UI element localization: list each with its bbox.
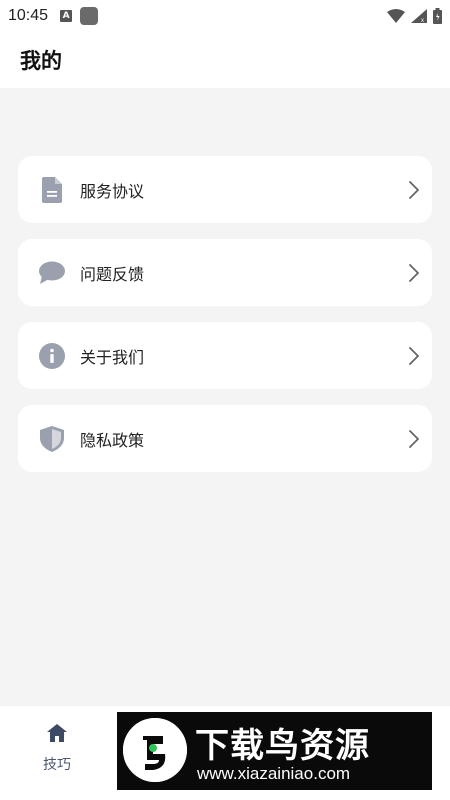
document-icon (38, 176, 66, 204)
chevron-right-icon (406, 180, 422, 200)
watermark-banner: 下载鸟资源 www.xiazainiao.com (117, 712, 432, 790)
status-icons: x (387, 8, 442, 24)
menu-item-privacy-policy[interactable]: 隐私政策 (18, 405, 432, 472)
chevron-right-icon (406, 429, 422, 449)
header: 我的 (0, 32, 450, 88)
content-area: 服务协议 问题反馈 关于我们 隐私政策 (0, 88, 450, 706)
watermark-logo (123, 718, 187, 782)
info-icon (38, 342, 66, 370)
a-icon: A (60, 10, 73, 22)
battery-icon (433, 8, 442, 24)
menu-item-about-us[interactable]: 关于我们 (18, 322, 432, 389)
chat-bubble-icon (38, 259, 66, 287)
menu-item-label: 问题反馈 (80, 264, 145, 284)
svg-text:x: x (421, 18, 424, 23)
menu-item-feedback[interactable]: 问题反馈 (18, 239, 432, 306)
watermark-url: www.xiazainiao.com (197, 764, 351, 783)
shield-icon (38, 425, 66, 453)
menu-item-label: 服务协议 (80, 181, 145, 201)
app-square-icon (80, 7, 99, 25)
menu-item-service-agreement[interactable]: 服务协议 (18, 156, 432, 223)
watermark-title: 下载鸟资源 (195, 726, 370, 766)
status-bar: 10:45 A x (0, 0, 450, 32)
chevron-right-icon (406, 263, 422, 283)
chevron-right-icon (406, 346, 422, 366)
page-title: 我的 (20, 49, 62, 73)
home-icon (47, 724, 67, 746)
nav-item-label: 技巧 (43, 757, 71, 773)
signal-icon: x (411, 9, 427, 23)
wifi-icon (387, 9, 405, 23)
menu-item-label: 隐私政策 (80, 430, 145, 450)
nav-item-tips[interactable]: 技巧 (22, 724, 92, 780)
status-time: 10:45 (8, 7, 49, 24)
menu-item-label: 关于我们 (80, 347, 145, 367)
